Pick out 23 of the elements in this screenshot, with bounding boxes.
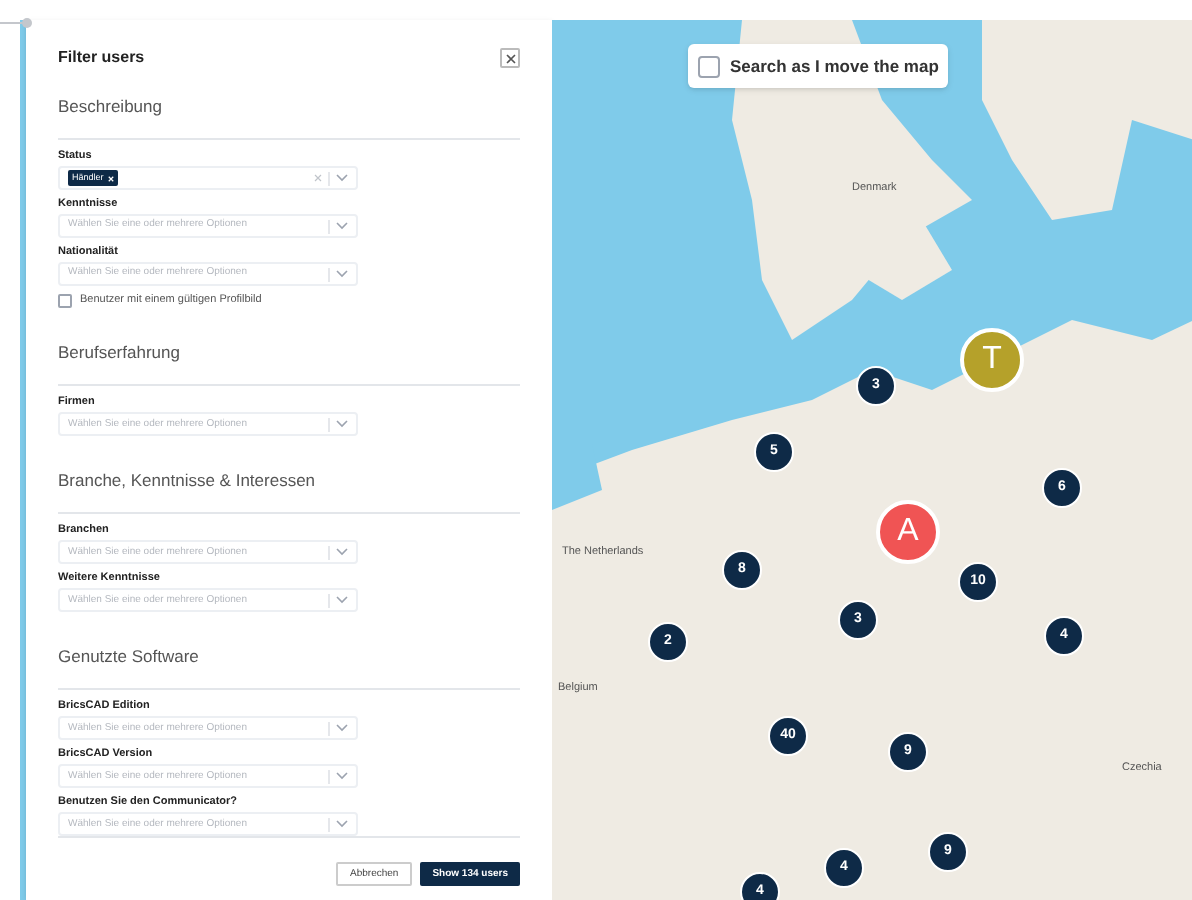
- chevron-down-icon: [336, 596, 348, 605]
- chevron-down-icon: [336, 420, 348, 429]
- chevron-down-icon: [336, 222, 348, 230]
- close-button[interactable]: [500, 48, 520, 68]
- chevron-down-icon: [336, 548, 348, 557]
- search-toggle[interactable]: Search as I move the map: [688, 44, 949, 88]
- search-toggle-label: Search as I move the map: [730, 53, 939, 79]
- panel-title: Filter users: [58, 46, 145, 70]
- section-heading: Branche, Kenntnisse & Interessen: [58, 470, 316, 491]
- checkbox[interactable]: [58, 293, 72, 308]
- chevron-down-icon: [336, 174, 348, 182]
- map-drawing[interactable]: [552, 20, 1192, 900]
- chevron-down-icon: [336, 724, 348, 733]
- chevron-down-icon: [336, 270, 348, 278]
- section-heading: Genutzte Software: [58, 646, 199, 667]
- chevron-down-icon: [336, 772, 348, 781]
- leader-line: [0, 22, 22, 24]
- checkbox[interactable]: [698, 55, 720, 77]
- section-heading: Berufserfahrung: [58, 342, 180, 363]
- close-icon: [505, 53, 515, 63]
- remove-tag-icon[interactable]: [107, 175, 114, 181]
- chevron-down-icon: [336, 820, 348, 829]
- section-heading: Beschreibung: [58, 96, 162, 116]
